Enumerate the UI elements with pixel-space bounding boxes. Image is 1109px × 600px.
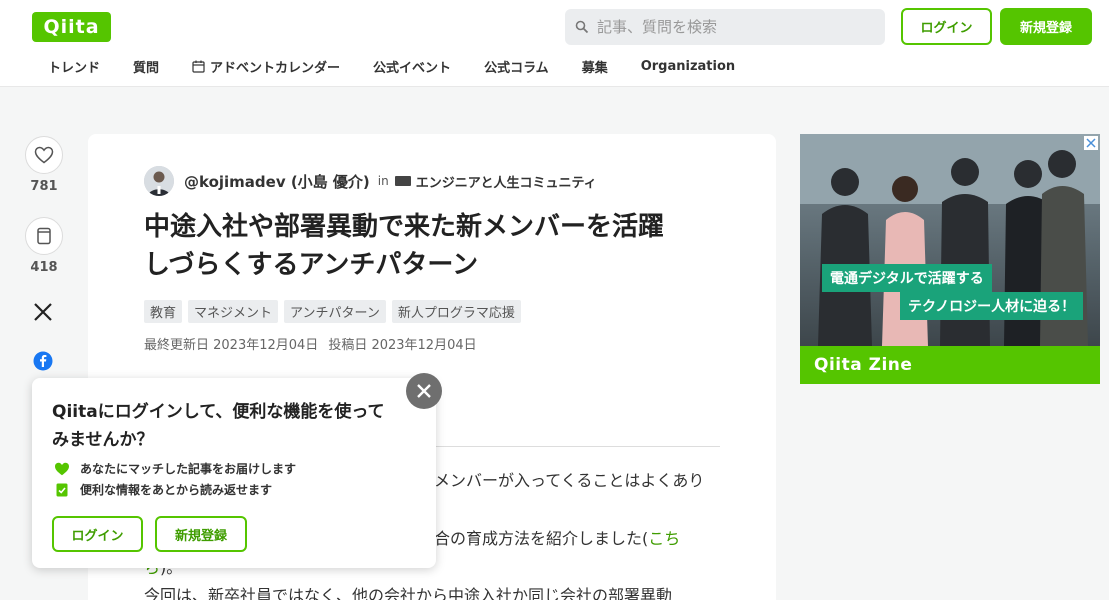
calendar-icon <box>192 60 205 73</box>
author-line: @kojimadev (小島 優介) in エンジニアと人生コミュニティ <box>144 166 597 196</box>
stock-button[interactable] <box>25 217 63 255</box>
x-share-icon[interactable] <box>33 302 53 322</box>
ad-brand: Qiita Zine <box>800 346 1100 384</box>
ad-headline: 電通デジタルで活躍する <box>822 264 992 292</box>
close-icon[interactable] <box>406 373 442 409</box>
posted-date: 投稿日 2023年12月04日 <box>328 338 477 353</box>
popup-feature: あなたにマッチした記事をお届けします <box>54 460 296 477</box>
divider <box>418 446 720 447</box>
body-link[interactable]: こち <box>648 529 680 548</box>
popup-feature-text: 便利な情報をあとから読み返せます <box>80 483 273 497</box>
body-line: 合の育成方法を紹介しました(こち <box>434 525 680 549</box>
body-text: 合の育成方法を紹介しました( <box>434 529 649 548</box>
nav-advent-label: アドベントカレンダー <box>210 61 341 76</box>
qiita-logo[interactable]: Qiita <box>32 12 111 42</box>
avatar[interactable] <box>144 166 174 196</box>
ad-close-icon[interactable] <box>1084 136 1098 150</box>
nav-organization[interactable]: Organization <box>641 59 735 74</box>
heart-icon <box>55 462 69 475</box>
heart-icon <box>34 146 54 164</box>
tag[interactable]: 新人プログラマ応援 <box>391 300 521 323</box>
article-title-line2: しづらくするアンチパターン <box>144 250 479 280</box>
ad-banner[interactable]: 電通デジタルで活躍する テクノロジー人材に迫る！ Qiita Zine <box>800 134 1100 384</box>
organization-name[interactable]: エンジニアと人生コミュニティ <box>416 172 597 191</box>
nav-advent-calendar[interactable]: アドベントカレンダー <box>192 57 340 76</box>
popup-signup-button[interactable]: 新規登録 <box>155 516 247 552</box>
nav-official-events[interactable]: 公式イベント <box>373 57 451 76</box>
popup-title: Qiitaにログインして、便利な機能を使ってみませんか？ <box>52 402 385 450</box>
tag[interactable]: アンチパターン <box>284 300 386 323</box>
updated-date: 最終更新日 2023年12月04日 <box>144 338 319 353</box>
search-box[interactable] <box>565 9 885 45</box>
nav-questions[interactable]: 質問 <box>133 57 159 76</box>
stock-count: 418 <box>30 260 58 275</box>
popup-feature-text: あなたにマッチした記事をお届けします <box>80 462 297 476</box>
popup-feature: 便利な情報をあとから読み返せます <box>54 481 272 498</box>
like-count: 781 <box>30 179 58 194</box>
ad-subheadline: テクノロジー人材に迫る！ <box>900 292 1084 320</box>
organization-logo <box>394 176 411 186</box>
in-label: in <box>377 174 389 188</box>
login-button[interactable]: ログイン <box>901 8 992 45</box>
login-prompt-popup: Qiitaにログインして、便利な機能を使ってみませんか？ あなたにマッチした記事… <box>32 378 436 568</box>
body-line: メンバーが入ってくることはよくあり <box>434 471 705 490</box>
stock-icon <box>37 227 51 245</box>
nav-official-columns[interactable]: 公式コラム <box>484 57 549 76</box>
body-line: 今回は、新卒社員ではなく、他の会社から中途入社か同じ会社の部署異動 <box>144 586 673 600</box>
nav-trend[interactable]: トレンド <box>48 57 100 76</box>
search-icon <box>575 20 589 34</box>
author-name[interactable]: @kojimadev (小島 優介) <box>184 171 370 192</box>
signup-button[interactable]: 新規登録 <box>1000 8 1092 45</box>
article-title-line1: 中途入社や部署異動で来た新メンバーを活躍 <box>144 212 665 242</box>
main-nav: トレンド 質問 アドベントカレンダー 公式イベント 公式コラム 募集 Organ… <box>48 57 768 76</box>
nav-recruiting[interactable]: 募集 <box>582 57 608 76</box>
tag-list: 教育 マネジメント アンチパターン 新人プログラマ応援 <box>144 300 521 323</box>
tag[interactable]: 教育 <box>144 300 183 323</box>
facebook-share-icon[interactable] <box>33 351 53 371</box>
stock-check-icon <box>56 483 68 496</box>
like-button[interactable] <box>25 136 63 174</box>
search-input[interactable] <box>597 18 867 36</box>
popup-login-button[interactable]: ログイン <box>52 516 143 552</box>
avatar-image <box>144 166 174 196</box>
article-title: 中途入社や部署異動で来た新メンバーを活躍 しづらくするアンチパターン <box>144 208 734 284</box>
tag[interactable]: マネジメント <box>188 300 279 323</box>
article-dates: 最終更新日 2023年12月04日 投稿日 2023年12月04日 <box>144 334 477 353</box>
header: Qiita ログイン 新規登録 トレンド 質問 アドベントカレンダー 公式イベン… <box>0 0 1109 87</box>
